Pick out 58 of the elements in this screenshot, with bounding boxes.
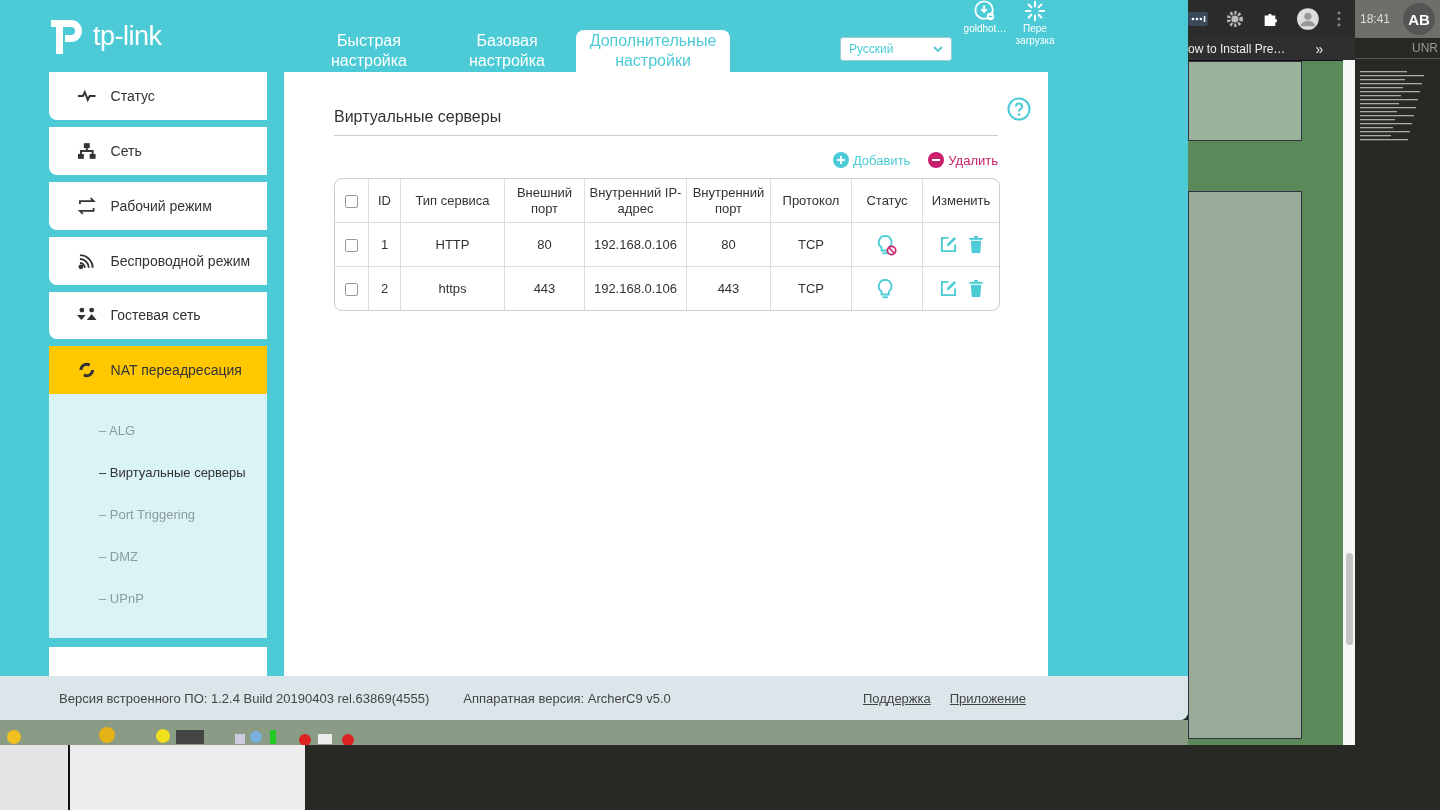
page-title: Виртуальные серверы xyxy=(334,108,502,125)
avatar[interactable]: AB xyxy=(1403,3,1435,35)
overflow-chevron[interactable]: » xyxy=(1315,41,1324,57)
column-header: Статус xyxy=(852,179,923,223)
delete-button[interactable]: Удалить xyxy=(928,152,998,168)
trash-icon[interactable] xyxy=(968,280,983,298)
logo-text: tp-link xyxy=(93,20,162,52)
clock-time: 18:41 xyxy=(1360,12,1391,26)
table-cell: HTTP xyxy=(401,223,505,267)
help-icon[interactable] xyxy=(1007,97,1031,121)
table-cell: 192.168.0.106 xyxy=(585,267,687,310)
table-cell: 1 xyxy=(369,223,401,267)
table-cell: 443 xyxy=(687,267,771,310)
chevron-down-icon xyxy=(933,46,943,52)
tab-label[interactable]: UNR xyxy=(1412,38,1438,58)
firmware-version: Версия встроенного ПО: 1.2.4 Build 20190403 rel.63869(4555) xyxy=(59,690,430,706)
trash-icon[interactable] xyxy=(968,236,983,254)
select-all-checkbox[interactable] xyxy=(345,194,358,208)
sidebar-item[interactable]: Гостевая сеть xyxy=(49,291,267,340)
column-header: Тип сервиса xyxy=(401,179,505,223)
sidebar-item[interactable]: NAT переадресация xyxy=(49,346,267,395)
table-cell: TCP xyxy=(771,267,852,310)
column-header: ID xyxy=(369,179,401,223)
footer-link[interactable]: Приложение xyxy=(949,690,1026,706)
column-header: Внутренний IP-адрес xyxy=(585,179,687,223)
table-cell: 192.168.0.106 xyxy=(585,223,687,267)
profile-icon[interactable] xyxy=(1297,8,1320,30)
row-checkbox[interactable] xyxy=(345,282,358,296)
table-cell: 80 xyxy=(687,223,771,267)
row-checkbox[interactable] xyxy=(345,238,358,252)
submenu-item[interactable]: – Виртуальные серверы xyxy=(49,452,267,495)
minus-circle-icon xyxy=(928,152,945,168)
bookmark-link[interactable]: ow to Install Pre… xyxy=(1188,42,1286,56)
extension-icon[interactable] xyxy=(1188,12,1208,26)
gear-icon[interactable] xyxy=(1225,10,1244,28)
sidebar-item[interactable]: Сеть xyxy=(49,126,267,175)
table-cell: 443 xyxy=(505,267,585,310)
table-cell: TCP xyxy=(771,223,852,267)
table-cell: https xyxy=(401,267,505,310)
edit-icon[interactable] xyxy=(939,280,957,298)
spinner-icon xyxy=(1024,0,1046,22)
sidebar-item[interactable]: Рабочий режим xyxy=(49,181,267,230)
hardware-version: Аппаратная версия: ArcherC9 v5.0 xyxy=(463,690,671,706)
sidebar-item[interactable]: Беспроводной режим xyxy=(49,236,267,285)
column-header: Внутренний порт xyxy=(687,179,771,223)
plus-circle-icon xyxy=(832,152,849,168)
column-header: Изменить xyxy=(923,179,999,223)
edit-icon[interactable] xyxy=(939,236,957,254)
sidebar-item[interactable]: Статус xyxy=(49,72,267,120)
scrollbar-thumb[interactable] xyxy=(1346,553,1353,645)
network-icon xyxy=(77,140,97,161)
swap-arrows-icon xyxy=(77,195,97,216)
column-header: Внешний порт xyxy=(505,179,585,223)
footer-link[interactable]: Поддержка xyxy=(862,690,931,706)
more-icon[interactable] xyxy=(1337,11,1341,27)
table-cell: 80 xyxy=(505,223,585,267)
column-header: Протокол xyxy=(771,179,852,223)
table-cell: 2 xyxy=(369,267,401,310)
